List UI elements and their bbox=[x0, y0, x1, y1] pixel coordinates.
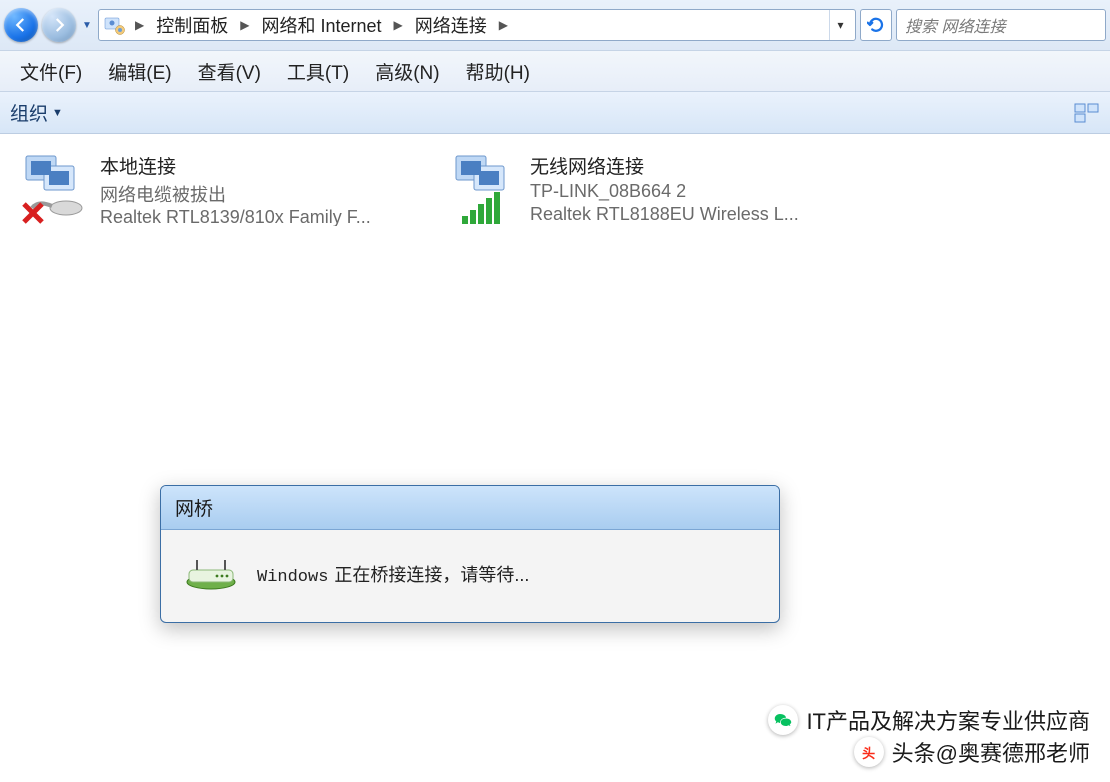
dialog-text: 正在桥接连接，请等待... bbox=[334, 565, 529, 585]
history-dropdown[interactable]: ▼ bbox=[80, 20, 94, 31]
view-options-button[interactable] bbox=[1074, 103, 1100, 123]
dialog-message: Windows 正在桥接连接，请等待... bbox=[257, 561, 529, 587]
lan-icon bbox=[18, 152, 90, 226]
menu-tools[interactable]: 工具(T) bbox=[277, 54, 359, 89]
watermark-line-2: 头 头条@奥赛德邢老师 bbox=[854, 736, 1090, 768]
connection-status: 网络电缆被拔出 bbox=[100, 181, 371, 205]
connection-adapter: Realtek RTL8139/810x Family F... bbox=[100, 207, 371, 226]
breadcrumb-separator: ▶ bbox=[131, 18, 148, 32]
breadcrumb-item[interactable]: 控制面板 bbox=[152, 10, 232, 40]
address-bar[interactable]: ▶ 控制面板 ▶ 网络和 Internet ▶ 网络连接 ▶ ▾ bbox=[98, 9, 856, 41]
watermark-text-1: IT产品及解决方案专业供应商 bbox=[806, 704, 1090, 736]
search-input[interactable]: 搜索 网络连接 bbox=[896, 9, 1106, 41]
search-placeholder: 搜索 网络连接 bbox=[905, 13, 1005, 37]
menu-view[interactable]: 查看(V) bbox=[188, 54, 271, 89]
connection-item-wlan[interactable]: 无线网络连接 TP-LINK_08B664 2 Realtek RTL8188E… bbox=[438, 144, 868, 234]
forward-button[interactable] bbox=[42, 8, 76, 42]
toolbar: 组织 ▼ bbox=[0, 92, 1110, 134]
dialog-title: 网桥 bbox=[161, 486, 779, 530]
breadcrumb-separator: ▶ bbox=[390, 18, 407, 32]
breadcrumb-item[interactable]: 网络连接 bbox=[411, 10, 491, 40]
watermark-line-1: IT产品及解决方案专业供应商 bbox=[768, 704, 1090, 736]
wechat-icon bbox=[768, 705, 798, 735]
connection-title: 无线网络连接 bbox=[530, 152, 799, 179]
bridge-dialog: 网桥 Windows 正在桥接连接，请等待... bbox=[160, 485, 780, 623]
wlan-icon bbox=[448, 152, 520, 226]
toutiao-icon: 头 bbox=[854, 737, 884, 767]
menu-advanced[interactable]: 高级(N) bbox=[365, 54, 449, 89]
connection-item-lan[interactable]: 本地连接 网络电缆被拔出 Realtek RTL8139/810x Family… bbox=[8, 144, 438, 234]
address-dropdown[interactable]: ▾ bbox=[829, 10, 851, 40]
menubar: 文件(F) 编辑(E) 查看(V) 工具(T) 高级(N) 帮助(H) bbox=[0, 50, 1110, 92]
menu-help[interactable]: 帮助(H) bbox=[456, 54, 540, 89]
connections-list: 本地连接 网络电缆被拔出 Realtek RTL8139/810x Family… bbox=[0, 134, 1110, 244]
organize-label: 组织 bbox=[10, 99, 48, 126]
connection-adapter: Realtek RTL8188EU Wireless L... bbox=[530, 204, 799, 225]
breadcrumb-item[interactable]: 网络和 Internet bbox=[257, 10, 385, 40]
back-button[interactable] bbox=[4, 8, 38, 42]
watermark-text-2: 头条@奥赛德邢老师 bbox=[892, 736, 1090, 768]
connection-title: 本地连接 bbox=[100, 152, 371, 179]
nav-row: ▼ ▶ 控制面板 ▶ 网络和 Internet ▶ 网络连接 ▶ ▾ 搜索 网络… bbox=[0, 0, 1110, 50]
router-icon bbox=[183, 558, 239, 590]
menu-edit[interactable]: 编辑(E) bbox=[98, 54, 181, 89]
breadcrumb-separator: ▶ bbox=[495, 18, 512, 32]
location-icon bbox=[103, 13, 127, 37]
organize-button[interactable]: 组织 ▼ bbox=[10, 99, 63, 126]
refresh-button[interactable] bbox=[860, 9, 892, 41]
breadcrumb-separator: ▶ bbox=[236, 18, 253, 32]
menu-file[interactable]: 文件(F) bbox=[10, 54, 92, 89]
connection-status: TP-LINK_08B664 2 bbox=[530, 181, 799, 202]
dialog-app-name: Windows bbox=[257, 568, 328, 587]
